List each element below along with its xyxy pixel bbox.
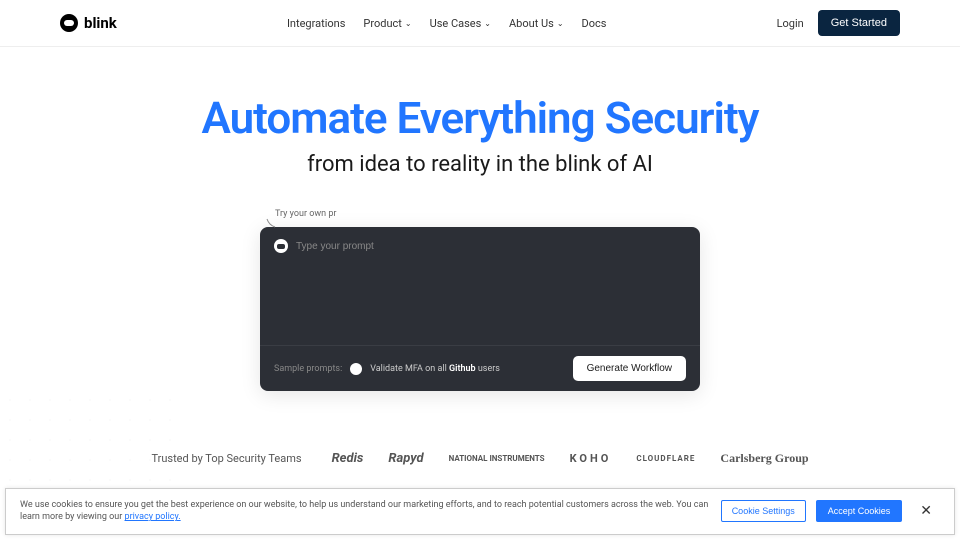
rapyd-logo: Rapyd bbox=[388, 451, 423, 466]
logo[interactable]: blink bbox=[60, 14, 117, 32]
blink-icon bbox=[274, 239, 288, 253]
login-link[interactable]: Login bbox=[777, 17, 804, 30]
try-label: Try your own pr bbox=[275, 209, 336, 219]
hero-subtitle: from idea to reality in the blink of AI bbox=[0, 152, 960, 177]
close-icon[interactable]: ✕ bbox=[912, 503, 940, 519]
sample-label: Sample prompts: bbox=[274, 364, 342, 374]
get-started-button[interactable]: Get Started bbox=[818, 10, 900, 36]
nav-docs[interactable]: Docs bbox=[582, 17, 607, 30]
trusted-section: Trusted by Top Security Teams Redis Rapy… bbox=[0, 451, 960, 466]
cookie-banner: We use cookies to ensure you get the bes… bbox=[5, 488, 955, 535]
chevron-down-icon: ⌄ bbox=[484, 19, 491, 28]
sample-prompts: Sample prompts: Validate MFA on all Gith… bbox=[274, 363, 500, 375]
prompt-area: Try your own pr Sample prompts: Validate… bbox=[260, 227, 700, 391]
hero-section: Automate Everything Security from idea t… bbox=[0, 47, 960, 391]
cookie-settings-button[interactable]: Cookie Settings bbox=[721, 500, 806, 522]
nav-integrations[interactable]: Integrations bbox=[287, 17, 345, 30]
accept-cookies-button[interactable]: Accept Cookies bbox=[816, 500, 903, 522]
generate-workflow-button[interactable]: Generate Workflow bbox=[573, 356, 686, 381]
koho-logo: KOHO bbox=[570, 452, 612, 465]
cloudflare-logo: CLOUDFLARE bbox=[636, 454, 695, 463]
chevron-down-icon: ⌄ bbox=[405, 19, 412, 28]
chevron-down-icon: ⌄ bbox=[557, 19, 564, 28]
national-instruments-logo: NATIONAL INSTRUMENTS bbox=[449, 454, 545, 463]
redis-logo: Redis bbox=[332, 451, 364, 466]
header-actions: Login Get Started bbox=[777, 10, 900, 36]
blink-logo-icon bbox=[60, 14, 78, 32]
prompt-input[interactable] bbox=[296, 241, 686, 252]
prompt-box: Sample prompts: Validate MFA on all Gith… bbox=[260, 227, 700, 391]
prompt-footer: Sample prompts: Validate MFA on all Gith… bbox=[260, 345, 700, 391]
main-nav: Integrations Product⌄ Use Cases⌄ About U… bbox=[287, 17, 607, 30]
cookie-actions: Cookie Settings Accept Cookies ✕ bbox=[721, 500, 940, 522]
nav-usecases[interactable]: Use Cases⌄ bbox=[430, 17, 491, 30]
brand-logos: Redis Rapyd NATIONAL INSTRUMENTS KOHO CL… bbox=[332, 451, 809, 466]
privacy-policy-link[interactable]: privacy policy. bbox=[125, 512, 181, 522]
logo-text: blink bbox=[84, 14, 117, 32]
carlsberg-logo: Carlsberg Group bbox=[720, 451, 808, 466]
github-icon bbox=[350, 363, 362, 375]
nav-product[interactable]: Product⌄ bbox=[363, 17, 411, 30]
nav-aboutus[interactable]: About Us⌄ bbox=[509, 17, 564, 30]
header: blink Integrations Product⌄ Use Cases⌄ A… bbox=[0, 0, 960, 47]
trusted-label: Trusted by Top Security Teams bbox=[151, 452, 301, 465]
hero-title: Automate Everything Security bbox=[0, 92, 960, 144]
prompt-input-row bbox=[260, 227, 700, 265]
cookie-text: We use cookies to ensure you get the bes… bbox=[20, 499, 721, 524]
sample-prompt-text[interactable]: Validate MFA on all Github users bbox=[370, 364, 500, 374]
prompt-body[interactable] bbox=[260, 265, 700, 345]
